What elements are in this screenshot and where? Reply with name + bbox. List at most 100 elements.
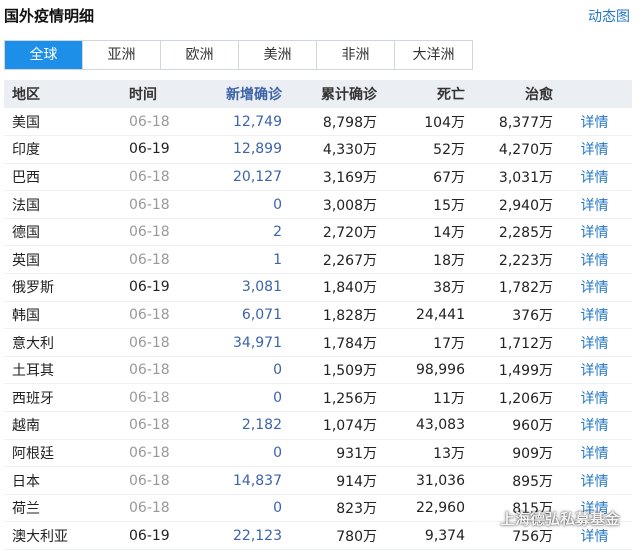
- watermark-text: 上海德弘私募基金: [499, 510, 620, 528]
- recovered-cell: 2,940万: [498, 197, 553, 214]
- detail-link[interactable]: 详情: [557, 246, 632, 274]
- total-cases-cell: 931万: [336, 445, 377, 462]
- deaths-cell: 11万: [433, 390, 465, 407]
- tab-oceania[interactable]: 大洋洲: [395, 41, 472, 69]
- table-row: 美国 06-18 12,749 8,798万 104万 8,377万 详情: [4, 108, 632, 136]
- time-cell: 06-18: [129, 362, 170, 379]
- table-row: 韩国 06-18 6,071 1,828万 24,441 376万 详情: [4, 301, 632, 329]
- new-cases-cell: 0: [273, 500, 282, 517]
- table-row: 越南 06-18 2,182 1,074万 43,083 960万 详情: [4, 412, 632, 440]
- deaths-cell: 13万: [433, 445, 465, 462]
- deaths-cell: 9,374: [424, 527, 465, 544]
- table-row: 德国 06-18 2 2,720万 14万 2,285万 详情: [4, 218, 632, 246]
- dynamic-chart-link[interactable]: 动态图: [588, 6, 630, 26]
- time-cell: 06-18: [129, 417, 170, 434]
- region-cell: 意大利: [12, 335, 54, 352]
- region-cell: 英国: [12, 252, 40, 269]
- region-cell: 日本: [12, 473, 40, 490]
- region-cell: 西班牙: [12, 390, 54, 407]
- table-row: 西班牙 06-18 0 1,256万 11万 1,206万 详情: [4, 384, 632, 412]
- deaths-cell: 22,960: [416, 500, 465, 517]
- recovered-cell: 1,712万: [498, 335, 553, 352]
- new-cases-cell: 20,127: [233, 168, 282, 185]
- epidemic-table: 地区 时间 新增确诊 累计确诊 死亡 治愈 美国 06-18 12,749 8,798…: [4, 80, 632, 550]
- tab-europe[interactable]: 欧洲: [161, 41, 239, 69]
- column-header-new-cases[interactable]: 新增确诊: [197, 80, 286, 108]
- column-header-time: 时间: [129, 87, 157, 103]
- recovered-cell: 960万: [512, 418, 553, 435]
- time-cell: 06-18: [129, 168, 170, 185]
- recovered-cell: 895万: [512, 473, 553, 490]
- deaths-cell: 52万: [433, 142, 465, 159]
- detail-link[interactable]: 详情: [557, 439, 632, 467]
- time-cell: 06-18: [129, 251, 170, 268]
- table-row: 意大利 06-18 34,971 1,784万 17万 1,712万 详情: [4, 329, 632, 357]
- region-cell: 澳大利亚: [12, 528, 68, 545]
- time-cell: 06-18: [129, 113, 170, 130]
- tab-americas[interactable]: 美洲: [239, 41, 317, 69]
- deaths-cell: 18万: [433, 252, 465, 269]
- recovered-cell: 1,499万: [498, 363, 553, 380]
- region-cell: 法国: [12, 197, 40, 214]
- detail-link[interactable]: 详情: [557, 356, 632, 384]
- recovered-cell: 909万: [512, 445, 553, 462]
- deaths-cell: 24,441: [416, 306, 465, 323]
- column-header-detail: [557, 80, 632, 108]
- table-body: 美国 06-18 12,749 8,798万 104万 8,377万 详情 印度 06-19 12…: [4, 108, 632, 550]
- total-cases-cell: 1,256万: [322, 390, 377, 407]
- time-cell: 06-18: [129, 306, 170, 323]
- tab-africa[interactable]: 非洲: [317, 41, 395, 69]
- recovered-cell: 1,782万: [498, 280, 553, 297]
- total-cases-cell: 1,840万: [322, 280, 377, 297]
- deaths-cell: 15万: [433, 197, 465, 214]
- detail-link[interactable]: 详情: [557, 218, 632, 246]
- column-header-recovered: 治愈: [525, 87, 553, 103]
- new-cases-cell: 22,123: [233, 527, 282, 544]
- recovered-cell: 2,223万: [498, 252, 553, 269]
- total-cases-cell: 3,169万: [322, 169, 377, 186]
- total-cases-cell: 823万: [336, 501, 377, 518]
- tab-asia[interactable]: 亚洲: [83, 41, 161, 69]
- region-cell: 巴西: [12, 169, 40, 186]
- detail-link[interactable]: 详情: [557, 274, 632, 302]
- table-row: 阿根廷 06-18 0 931万 13万 909万 详情: [4, 439, 632, 467]
- region-cell: 印度: [12, 142, 40, 159]
- table-row: 俄罗斯 06-19 3,081 1,840万 38万 1,782万 详情: [4, 274, 632, 302]
- region-cell: 阿根廷: [12, 445, 54, 462]
- total-cases-cell: 3,008万: [322, 197, 377, 214]
- new-cases-cell: 14,837: [233, 472, 282, 489]
- recovered-cell: 1,206万: [498, 390, 553, 407]
- table-row: 日本 06-18 14,837 914万 31,036 895万 详情: [4, 467, 632, 495]
- new-cases-cell: 0: [273, 389, 282, 406]
- time-cell: 06-19: [129, 279, 170, 296]
- new-cases-cell: 1: [273, 251, 282, 268]
- deaths-cell: 104万: [424, 114, 465, 131]
- detail-link[interactable]: 详情: [557, 412, 632, 440]
- new-cases-cell: 2,182: [241, 417, 282, 434]
- region-cell: 美国: [12, 114, 40, 131]
- detail-link[interactable]: 详情: [557, 301, 632, 329]
- total-cases-cell: 2,720万: [322, 225, 377, 242]
- detail-link[interactable]: 详情: [557, 163, 632, 191]
- detail-link[interactable]: 详情: [557, 329, 632, 357]
- time-cell: 06-18: [129, 500, 170, 517]
- deaths-cell: 17万: [433, 335, 465, 352]
- region-tabs: 全球 亚洲 欧洲 美洲 非洲 大洋洲: [4, 40, 473, 70]
- detail-link[interactable]: 详情: [557, 191, 632, 219]
- recovered-cell: 376万: [512, 307, 553, 324]
- table-row: 巴西 06-18 20,127 3,169万 67万 3,031万 详情: [4, 163, 632, 191]
- total-cases-cell: 8,798万: [322, 114, 377, 131]
- table-header: 地区 时间 新增确诊 累计确诊 死亡 治愈: [4, 80, 632, 108]
- wechat-icon: [474, 511, 494, 526]
- detail-link[interactable]: 详情: [557, 108, 632, 136]
- region-cell: 荷兰: [12, 501, 40, 518]
- total-cases-cell: 1,509万: [322, 363, 377, 380]
- total-cases-cell: 4,330万: [322, 142, 377, 159]
- tab-global[interactable]: 全球: [5, 41, 83, 69]
- detail-link[interactable]: 详情: [557, 136, 632, 164]
- detail-link[interactable]: 详情: [557, 384, 632, 412]
- region-cell: 俄罗斯: [12, 280, 54, 297]
- new-cases-cell: 12,899: [233, 141, 282, 158]
- detail-link[interactable]: 详情: [557, 467, 632, 495]
- deaths-cell: 38万: [433, 280, 465, 297]
